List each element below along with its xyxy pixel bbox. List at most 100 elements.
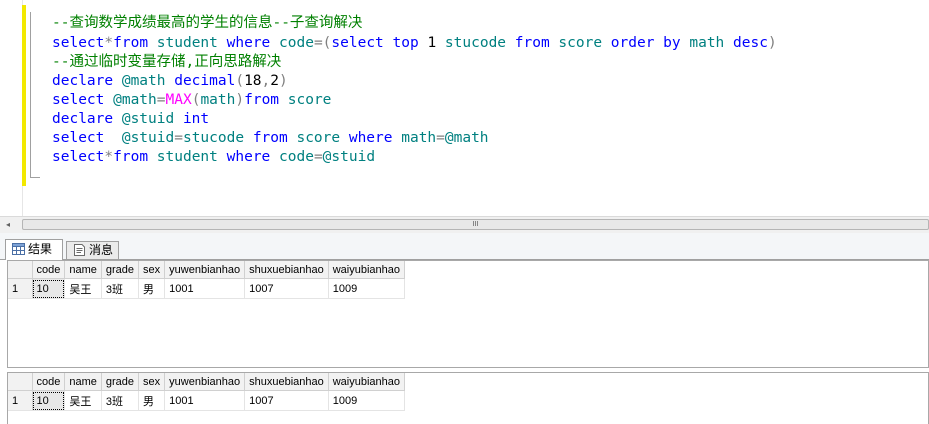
cell-code[interactable]: 10 <box>32 278 66 299</box>
sql-editor[interactable]: --查询数学成绩最高的学生的信息--子查询解决 select*from stude… <box>0 0 929 216</box>
cell-shuxuebianhao[interactable]: 1007 <box>244 278 329 299</box>
cell-grade[interactable]: 3班 <box>101 278 140 299</box>
code-token: 18 <box>244 73 262 89</box>
code-token: = <box>174 130 183 146</box>
code-token: =( <box>313 35 332 51</box>
code-token: decimal <box>174 73 236 89</box>
results-table: code name grade sex yuwenbianhao shuxuebianha… <box>8 261 406 299</box>
results-table: code name grade sex yuwenbianhao shuxuebianha… <box>8 373 406 411</box>
column-header-code[interactable]: code <box>32 373 66 391</box>
code-token: stucode <box>436 35 515 51</box>
row-number-cell[interactable]: 1 <box>8 278 33 299</box>
code-line[interactable]: declare @math decimal(18,2) <box>52 72 288 91</box>
column-header-waiyubianhao[interactable]: waiyubianhao <box>328 261 406 279</box>
cell-name[interactable]: 吴王 <box>64 390 102 411</box>
code-line[interactable]: select*from student where code=(select t… <box>52 34 777 53</box>
code-line[interactable]: select*from student where code=@stuid <box>52 148 375 167</box>
code-token: select <box>52 92 105 108</box>
column-header-sex[interactable]: sex <box>138 373 166 391</box>
corner-header-cell[interactable] <box>8 261 33 279</box>
code-token: int <box>182 111 210 127</box>
cell-sex[interactable]: 男 <box>138 390 166 411</box>
code-token: * <box>104 35 114 51</box>
code-token: = <box>313 149 323 165</box>
code-token: ) <box>767 35 777 51</box>
column-header-name[interactable]: name <box>64 373 102 391</box>
tab-results-label: 结果 <box>28 242 53 256</box>
code-token: from <box>113 149 149 165</box>
code-line[interactable]: --通过临时变量存储,正向思路解决 <box>52 53 281 72</box>
scroll-left-arrow-icon[interactable]: ◂ <box>0 217 16 233</box>
column-header-code[interactable]: code <box>32 261 66 279</box>
code-token: = <box>156 92 166 108</box>
header-row: code name grade sex yuwenbianhao shuxuebianha… <box>8 373 406 391</box>
code-token: order by <box>610 35 681 51</box>
outline-collapse-end <box>30 177 40 178</box>
code-token: math <box>200 92 236 108</box>
code-token: select <box>52 35 105 51</box>
code-token: score <box>287 130 349 146</box>
tab-results[interactable]: 结果 <box>5 239 63 260</box>
result-grid-1[interactable]: code name grade sex yuwenbianhao shuxuebianha… <box>7 260 929 368</box>
cell-yuwenbianhao[interactable]: 1001 <box>164 278 246 299</box>
code-line[interactable]: declare @stuid int <box>52 110 209 129</box>
column-header-shuxuebianhao[interactable]: shuxuebianhao <box>244 261 329 279</box>
code-token: select <box>331 35 384 51</box>
cell-grade[interactable]: 3班 <box>101 390 140 411</box>
column-header-name[interactable]: name <box>64 261 102 279</box>
code-line[interactable]: select @math=MAX(math)from score <box>52 91 331 110</box>
cell-waiyubianhao[interactable]: 1009 <box>328 278 406 299</box>
row-number-cell[interactable]: 1 <box>8 390 33 411</box>
code-token: score <box>279 92 332 108</box>
code-token: select <box>52 149 105 165</box>
corner-header-cell[interactable] <box>8 373 33 391</box>
tab-messages[interactable]: 消息 <box>66 241 119 259</box>
code-token: from <box>252 130 288 146</box>
code-token: @stuid <box>322 149 376 165</box>
outline-collapse-line <box>30 12 31 178</box>
column-header-yuwenbianhao[interactable]: yuwenbianhao <box>164 261 246 279</box>
code-token: --通过临时变量存储,正向思路解决 <box>52 54 282 70</box>
cell-sex[interactable]: 男 <box>138 278 166 299</box>
code-token: 2 <box>270 73 279 89</box>
cell-yuwenbianhao[interactable]: 1001 <box>164 390 246 411</box>
code-line[interactable]: --查询数学成绩最高的学生的信息--子查询解决 <box>52 14 362 33</box>
code-token: score <box>549 35 611 51</box>
code-token: * <box>104 149 114 165</box>
cell-waiyubianhao[interactable]: 1009 <box>328 390 406 411</box>
code-token: code <box>270 149 314 165</box>
cell-name[interactable]: 吴王 <box>64 278 102 299</box>
code-token: --查询数学成绩最高的学生的信息--子查询解决 <box>52 15 363 31</box>
column-header-grade[interactable]: grade <box>101 373 140 391</box>
column-header-shuxuebianhao[interactable]: shuxuebianhao <box>244 373 329 391</box>
code-token: where <box>348 130 393 146</box>
code-token: from <box>244 92 280 108</box>
code-token: , <box>261 73 271 89</box>
editor-horizontal-scrollbar[interactable]: ◂ III <box>0 216 929 233</box>
code-token: @math <box>113 73 175 89</box>
column-header-yuwenbianhao[interactable]: yuwenbianhao <box>164 373 246 391</box>
column-header-grade[interactable]: grade <box>101 261 140 279</box>
table-row[interactable]: 1 10 吴王 3班男 1001 1007 1009 <box>8 390 406 411</box>
code-token: stucode <box>182 130 253 146</box>
column-header-sex[interactable]: sex <box>138 261 166 279</box>
code-token: @math <box>104 92 157 108</box>
cell-shuxuebianhao[interactable]: 1007 <box>244 390 329 411</box>
change-indicator-bar <box>22 5 26 186</box>
column-header-waiyubianhao[interactable]: waiyubianhao <box>328 373 406 391</box>
code-line[interactable]: select @stuid=stucode from score where m… <box>52 129 489 148</box>
code-token: student <box>148 35 227 51</box>
result-grid-2[interactable]: code name grade sex yuwenbianhao shuxuebianha… <box>7 372 929 424</box>
code-token: @stuid <box>113 111 183 127</box>
code-token: where <box>226 35 271 51</box>
code-token: from <box>113 35 149 51</box>
code-token: 1 <box>427 35 437 51</box>
editor-gutter <box>0 0 23 216</box>
cell-code[interactable]: 10 <box>32 390 66 411</box>
header-row: code name grade sex yuwenbianhao shuxuebianha… <box>8 261 406 279</box>
code-token: = <box>436 130 445 146</box>
code-token: desc <box>733 35 768 51</box>
table-row[interactable]: 1 10 吴王 3班男 1001 1007 1009 <box>8 278 406 299</box>
scrollbar-grip-icon: III <box>472 221 479 228</box>
scrollbar-thumb[interactable]: III <box>22 219 929 230</box>
